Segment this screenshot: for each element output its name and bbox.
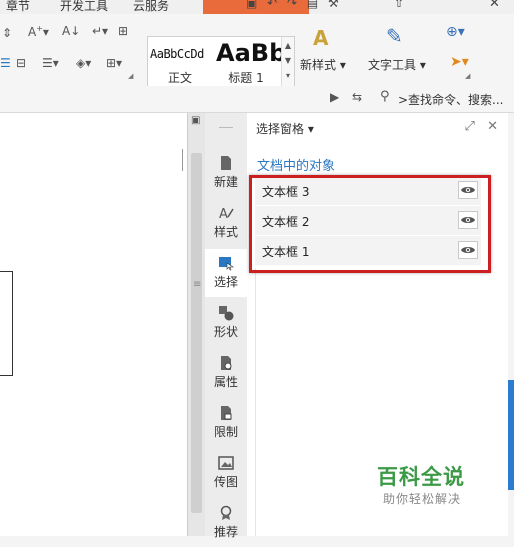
menu-tab-developer[interactable]: 开发工具 [60,0,108,14]
properties-icon [221,356,232,370]
restore-icon[interactable]: ⇧ [394,0,404,10]
collapse-pane-icon[interactable]: ▣ [191,115,200,126]
quick-access-icons[interactable]: ▣ ↶ ↷ ▤ ⚒ [246,0,342,10]
scroll-thumb[interactable] [191,153,202,513]
new-style-icon[interactable]: A [313,26,328,50]
style-name: 标题 1 [228,71,264,85]
style-name: 正文 [167,71,192,85]
shape-icon [219,306,234,321]
command-search-input[interactable]: >查找命令、搜索... [398,91,504,108]
align-icon[interactable]: ☰ [0,56,11,70]
text-tools-icon[interactable]: ✎ [386,24,403,48]
tab-recommend[interactable]: 推荐 [205,499,247,547]
tab-shape[interactable]: 形状 [205,299,247,347]
pane-divider [255,268,506,536]
find-icon[interactable]: ⊕▾ [446,24,465,40]
task-pane-tabs: 新建 A 样式 选择 形状 属性 限制 传图 推荐 [205,113,248,539]
cursor-select-icon[interactable]: ➤▾ [450,54,469,70]
style-heading-1[interactable]: AaBb 标题 1 [212,37,286,89]
tab-upload-image[interactable]: 传图 [205,449,247,497]
watermark-title: 百科全说 [377,465,465,489]
distribute-icon[interactable]: ⊟ [16,56,26,70]
annotation-highlight-box [249,175,491,273]
pane-controls: ⤢ ✕ [465,119,498,134]
chevron-up-icon[interactable]: ▲ [282,41,294,50]
table-icon[interactable]: ⊞ [118,24,128,38]
document-scrollbar[interactable]: ▣ ≡ [187,113,206,536]
dialog-launcher-icon: ◢ [465,72,471,80]
new-style-button[interactable]: 新样式 ▾ [300,56,346,73]
tab-label: 属性 [213,375,238,389]
close-icon[interactable]: ✕ [487,119,498,134]
side-expand-handle[interactable] [508,380,514,490]
side-strip-handle [219,127,233,128]
ribbon: ⇕ A+▾ A↓ ↵▾ ⊞ ☰ ⊟ ☰▾ ◈▾ ⊞▾ AaBbCcDd 正文 A… [0,14,514,90]
text-box-edge[interactable] [0,271,13,376]
tab-new[interactable]: 新建 [205,149,247,197]
share-icon[interactable]: ⇆ [352,90,362,104]
style-icon: A [219,207,234,221]
close-icon[interactable]: ✕ [489,0,500,11]
line-spacing-icon[interactable]: ⇕ [2,26,12,40]
tab-label: 限制 [213,425,238,439]
section-title: 文档中的对象 [257,159,336,174]
gallery-scroll[interactable]: ▲ ▼ ▾ [281,37,294,89]
svg-text:A: A [219,207,228,221]
style-sample: AaBb [216,39,287,67]
restrict-icon [221,406,232,420]
upload-image-icon [218,456,234,470]
pane-title-menu[interactable]: 选择窗格 ▾ [256,120,314,137]
menu-bar: 章节 开发工具 云服务 ▣ ↶ ↷ ▤ ⚒ ⇧ ✕ [0,0,514,18]
border-icon[interactable]: ⊞▾ [106,56,122,70]
tab-style[interactable]: A 样式 [205,199,247,247]
collapse-icon[interactable]: ⤢ [465,119,475,134]
tab-restrict[interactable]: 限制 [205,399,247,447]
text-tools-button[interactable]: 文字工具 ▾ [368,56,426,73]
grip-icon[interactable]: ≡ [193,279,201,290]
new-document-icon [221,156,231,170]
select-icon [219,257,234,271]
tab-label: 推荐 [213,525,238,539]
shading-icon[interactable]: ◈▾ [76,56,91,70]
indent-icon[interactable]: ☰▾ [42,56,59,70]
style-gallery: AaBbCcDd 正文 AaBb 标题 1 ▲ ▼ ▾ [147,36,295,90]
sort-icon[interactable]: A↓ [62,24,80,38]
watermark-subtitle: 助你轻松解决 [383,492,462,506]
ribbon-toolbar: ▶ ⇆ ⚲ >查找命令、搜索... [0,86,514,113]
tab-properties[interactable]: 属性 [205,349,247,397]
ruler-marker [182,149,183,171]
video-icon[interactable]: ▶ [330,90,339,104]
expand-icon[interactable]: ▾ [282,71,294,80]
dialog-launcher-icon: ◢ [128,72,134,80]
search-icon[interactable]: ⚲ [380,89,390,104]
style-sample: AaBbCcDd [150,47,204,61]
tab-label: 样式 [213,225,238,239]
chevron-down-icon[interactable]: ▼ [282,56,294,65]
tab-label: 传图 [213,475,238,489]
font-grow-icon[interactable]: A+▾ [28,24,49,39]
tab-label: 新建 [213,175,238,189]
tab-label: 形状 [213,325,238,339]
menu-tab-cloud[interactable]: 云服务 [133,0,169,14]
tab-label: 选择 [213,275,238,289]
tab-select[interactable]: 选择 [205,249,247,297]
style-normal[interactable]: AaBbCcDd 正文 [148,37,212,89]
recommend-icon [220,505,232,520]
document-canvas[interactable] [0,113,187,536]
menu-tab-chapter[interactable]: 章节 [6,0,30,14]
paragraph-icon[interactable]: ↵▾ [92,24,108,38]
